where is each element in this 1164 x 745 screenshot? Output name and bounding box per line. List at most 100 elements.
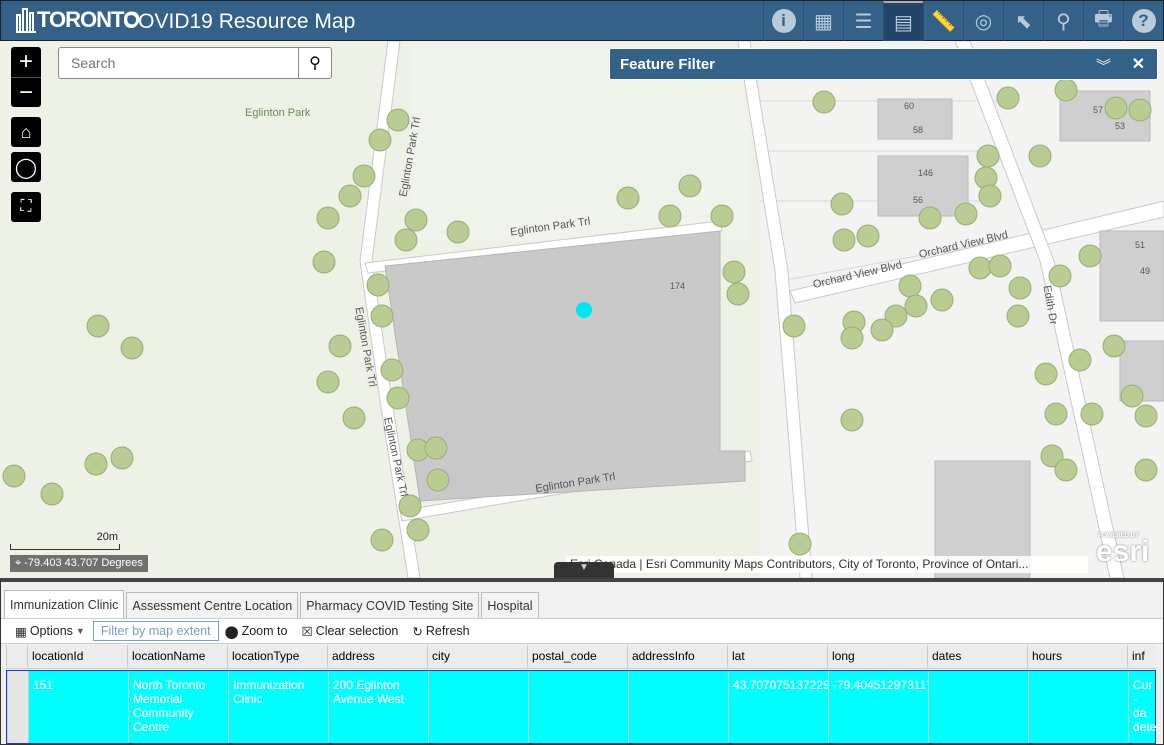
column-header-inf[interactable]: inf [1127, 645, 1155, 668]
home-button[interactable]: ⌂ [11, 117, 41, 147]
refresh-icon: ↻ [412, 624, 423, 639]
select-all-cell[interactable] [6, 645, 27, 668]
tree-icon [1080, 402, 1104, 426]
coordinate-text: -79.403 43.707 Degrees [24, 557, 143, 569]
tab-hospital[interactable]: Hospital [481, 592, 539, 618]
column-header-dates[interactable]: dates [927, 645, 1027, 668]
search-icon: ⚲ [309, 55, 321, 72]
column-header-city[interactable]: city [427, 645, 527, 668]
tree-icon [1104, 96, 1128, 120]
column-header-hours[interactable]: hours [1027, 645, 1127, 668]
map-view[interactable]: Eglinton Park Eglinton Park Trl Eglinton… [0, 41, 1164, 578]
near-me-button[interactable]: ◎ [963, 1, 1003, 41]
table-row[interactable]: 151 North Toronto Memorial Community Cent… [6, 670, 1156, 744]
layer-list-button[interactable]: ☰ [843, 1, 883, 41]
collapse-chevrons-icon[interactable]: ︾ [1096, 55, 1111, 76]
basemap [0, 41, 1164, 578]
tree-icon [658, 204, 682, 228]
tree-icon [722, 260, 746, 284]
address-number: 58 [913, 125, 924, 135]
feature-filter-panel: Feature Filter ︾ ✕ [609, 48, 1158, 80]
tree-icon [782, 314, 806, 338]
close-icon[interactable]: ✕ [1132, 54, 1145, 74]
tree-icon [1044, 402, 1068, 426]
grid-icon: ▦ [15, 624, 27, 639]
search-button[interactable]: ⚲ [298, 48, 331, 78]
zoom-to-button[interactable]: ⬤ Zoom to [225, 624, 288, 639]
tree-icon [840, 408, 864, 432]
near-me-icon: ◎ [974, 10, 993, 33]
fullscreen-button[interactable]: ⛶ [11, 192, 41, 222]
caret-down-icon: ▼ [75, 626, 85, 636]
column-header-locationType[interactable]: locationType [227, 645, 327, 668]
address-number: 49 [1140, 266, 1151, 276]
locate-icon: ◯ [14, 156, 38, 179]
column-header-long[interactable]: long [827, 645, 927, 668]
tree-icon [904, 294, 928, 318]
address-number: 56 [913, 195, 924, 205]
panel-toggle-handle[interactable]: ▼ [554, 562, 614, 578]
search-input[interactable] [59, 48, 297, 78]
tree-icon [424, 436, 448, 460]
tree-icon [710, 204, 734, 228]
tree-icon [370, 304, 394, 328]
help-button[interactable]: ? [1123, 1, 1163, 41]
cell-locationName: North Toronto Memorial Community Centre [128, 671, 228, 743]
scale-bar: 20m [10, 531, 120, 550]
zoom-in-button[interactable]: + [11, 47, 41, 77]
tab-assessment-centre-location[interactable]: Assessment Centre Location [126, 592, 299, 618]
address-number: 146 [918, 168, 934, 178]
zoom-out-button[interactable]: − [11, 77, 41, 107]
tab-pharmacy-covid-testing-site[interactable]: Pharmacy COVID Testing Site [300, 592, 480, 618]
print-button[interactable]: 🖶 [1083, 1, 1123, 41]
tree-icon [812, 90, 836, 114]
tree-icon [86, 314, 110, 338]
attribute-table-icon: ▤ [894, 11, 913, 34]
address-number: 174 [670, 281, 686, 291]
select-button[interactable]: ⬉ [1003, 1, 1043, 41]
cell-city [428, 671, 528, 743]
tab-immunization-clinic[interactable]: Immunization Clinic [4, 590, 125, 618]
tree-icon [120, 336, 144, 360]
directions-button[interactable]: ⚲ [1043, 1, 1083, 41]
tree-icon [368, 128, 392, 152]
column-header-locationName[interactable]: locationName [127, 645, 227, 668]
tree-icon [386, 386, 410, 410]
filter-by-extent-button[interactable]: Filter by map extent [92, 621, 219, 641]
basemap-gallery-button[interactable]: ▦ [803, 1, 843, 41]
clear-selection-button[interactable]: ☒ Clear selection [301, 624, 398, 639]
table-tabs: Immunization Clinic Assessment Centre Loc… [4, 590, 541, 618]
column-header-locationId[interactable]: locationId [27, 645, 127, 668]
column-header-postal_code[interactable]: postal_code [527, 645, 627, 668]
search-box: ⚲ [58, 47, 332, 79]
attribute-grid: locationId locationName locationType addres… [6, 645, 1156, 744]
tree-icon [352, 164, 376, 188]
grid-header: locationId locationName locationType addres… [6, 645, 1156, 669]
measure-button[interactable]: 📏 [923, 1, 963, 41]
tree-icon [726, 282, 750, 306]
cell-addressInfo [628, 671, 728, 743]
cell-postal_code [528, 671, 628, 743]
tree-icon [370, 528, 394, 552]
column-header-lat[interactable]: lat [727, 645, 827, 668]
options-button[interactable]: ▦ Options ▼ [15, 624, 85, 639]
map-label: Eglinton Park [245, 107, 311, 119]
locate-button[interactable]: ◯ [11, 152, 41, 182]
column-header-addressInfo[interactable]: addressInfo [627, 645, 727, 668]
refresh-button[interactable]: ↻ Refresh [412, 624, 469, 639]
column-header-address[interactable]: address [327, 645, 427, 668]
attribute-table-button[interactable]: ▤ [883, 1, 923, 41]
row-selector[interactable] [7, 671, 28, 743]
tree-icon [968, 256, 992, 280]
tree-icon [978, 184, 1002, 208]
coordinate-readout[interactable]: ⌖ -79.403 43.707 Degrees [10, 555, 148, 572]
tree-icon [1006, 304, 1030, 328]
caret-down-icon: ▼ [579, 562, 589, 573]
info-button[interactable]: i [763, 1, 803, 41]
tree-icon [386, 108, 410, 132]
tree-icon [954, 202, 978, 226]
tree-icon [110, 446, 134, 470]
tree-icon [40, 482, 64, 506]
selected-location-marker [576, 302, 592, 318]
tree-icon [678, 174, 702, 198]
